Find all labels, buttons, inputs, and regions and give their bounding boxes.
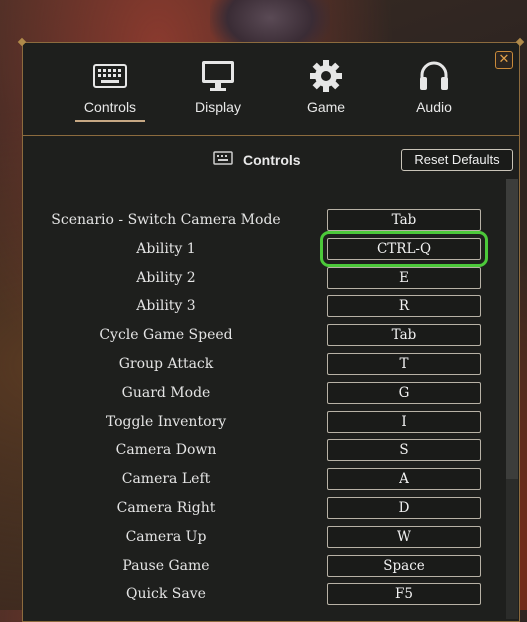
- binding-action-label: Quick Save: [126, 586, 206, 603]
- key-binding-button[interactable]: D: [327, 496, 481, 519]
- binding-row: Ability 3 R: [23, 293, 503, 322]
- divider: [23, 135, 519, 136]
- section-header: Controls: [213, 151, 301, 168]
- tab-bar: Controls Display Game Audio: [23, 57, 519, 137]
- binding-row: Guard Mode G: [23, 380, 503, 409]
- key-binding-button[interactable]: S: [327, 439, 481, 462]
- binding-row: Camera Left A: [23, 466, 503, 495]
- tab-label: Game: [306, 99, 346, 115]
- key-binding-button[interactable]: CTRL-Q: [320, 230, 488, 267]
- key-binding-button[interactable]: A: [327, 468, 481, 491]
- binding-action-label: Camera Down: [115, 442, 217, 459]
- binding-row: Toggle Inventory I: [23, 409, 503, 438]
- binding-row: Cycle Game Speed Tab: [23, 322, 503, 351]
- monitor-icon: [173, 57, 263, 95]
- keyboard-icon: [65, 57, 155, 95]
- corner-ornament: [515, 37, 525, 47]
- binding-action-label: Ability 3: [136, 298, 196, 315]
- binding-action-label: Camera Up: [125, 528, 207, 545]
- bindings-list: Scenario - Switch Camera Mode Tab Ability …: [23, 207, 503, 610]
- key-binding-button[interactable]: T: [327, 352, 481, 375]
- key-binding-button[interactable]: R: [327, 295, 481, 318]
- key-binding-button[interactable]: Tab: [327, 324, 481, 347]
- tab-label: Display: [195, 99, 241, 115]
- tab-game[interactable]: Game: [281, 57, 371, 115]
- key-binding-button[interactable]: E: [327, 266, 481, 289]
- binding-row: Group Attack T: [23, 351, 503, 380]
- headphones-icon: [389, 57, 479, 95]
- binding-row: Quick Save F5: [23, 581, 503, 610]
- gear-icon: [281, 57, 371, 95]
- binding-action-label: Group Attack: [118, 355, 214, 372]
- binding-action-label: Toggle Inventory: [105, 413, 227, 430]
- key-binding-button[interactable]: G: [327, 381, 481, 404]
- binding-row: Camera Right D: [23, 495, 503, 524]
- binding-row: Ability 2 E: [23, 265, 503, 294]
- tab-audio[interactable]: Audio: [389, 57, 479, 115]
- tab-label: Controls: [65, 99, 155, 122]
- binding-row: Camera Up W: [23, 524, 503, 553]
- binding-action-label: Pause Game: [122, 557, 210, 574]
- binding-row: Ability 1 CTRL-Q: [23, 230, 503, 267]
- binding-action-label: Ability 2: [136, 269, 196, 286]
- tab-controls[interactable]: Controls: [65, 57, 155, 122]
- binding-action-label: Cycle Game Speed: [99, 327, 233, 344]
- binding-action-label: Camera Left: [121, 471, 211, 488]
- corner-ornament: [17, 37, 27, 47]
- settings-panel: ✕ Controls Display Game Audio Controls R…: [17, 37, 525, 622]
- key-binding-button[interactable]: F5: [327, 583, 481, 606]
- binding-row: Pause Game Space: [23, 553, 503, 582]
- key-binding-button[interactable]: Tab: [327, 209, 481, 231]
- scrollbar-thumb[interactable]: [506, 179, 518, 479]
- scrollbar[interactable]: [506, 179, 518, 619]
- binding-row: Camera Down S: [23, 437, 503, 466]
- key-binding-button[interactable]: W: [327, 525, 481, 548]
- tab-label: Audio: [416, 99, 452, 115]
- reset-defaults-button[interactable]: Reset Defaults: [401, 149, 513, 171]
- section-title: Controls: [243, 151, 301, 168]
- binding-action-label: Camera Right: [116, 499, 216, 516]
- key-binding-button[interactable]: Space: [327, 554, 481, 577]
- key-binding-button[interactable]: I: [327, 410, 481, 433]
- binding-row: Scenario - Switch Camera Mode Tab: [23, 207, 503, 236]
- keyboard-icon: [213, 151, 233, 168]
- tab-display[interactable]: Display: [173, 57, 263, 115]
- binding-action-label: Scenario - Switch Camera Mode: [51, 212, 281, 228]
- binding-action-label: Ability 1: [136, 240, 196, 257]
- binding-action-label: Guard Mode: [121, 384, 211, 401]
